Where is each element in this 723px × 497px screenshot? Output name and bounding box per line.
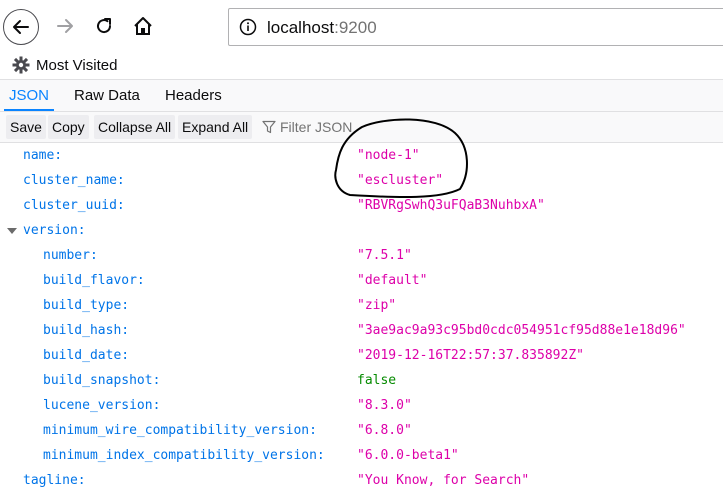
- json-key: lucene_version:: [43, 398, 161, 413]
- json-key: build_type:: [43, 298, 130, 313]
- gear-icon: [12, 56, 30, 74]
- collapse-all-button[interactable]: Collapse All: [94, 115, 176, 139]
- json-value: "7.5.1": [357, 248, 412, 263]
- json-row-build-date[interactable]: build_date: "2019-12-16T22:57:37.835892Z…: [0, 343, 723, 368]
- url-bar[interactable]: localhost:9200: [228, 8, 723, 46]
- json-key: cluster_name:: [23, 173, 125, 188]
- json-row-build-snapshot[interactable]: build_snapshot: false: [0, 368, 723, 393]
- json-row-version[interactable]: version:: [0, 218, 723, 243]
- json-key: cluster_uuid:: [23, 198, 125, 213]
- expand-all-button[interactable]: Expand All: [178, 115, 253, 139]
- forward-arrow-icon: [57, 19, 73, 33]
- json-row-name[interactable]: name: "node-1": [0, 143, 723, 168]
- json-value: "RBVRgSwhQ3uFQaB3NuhbxA": [357, 198, 545, 213]
- bookmarks-toolbar: Most Visited: [0, 52, 723, 78]
- json-value: "8.3.0": [357, 398, 412, 413]
- json-value: false: [357, 373, 397, 388]
- filter-icon: [262, 120, 276, 134]
- json-key: number:: [43, 248, 98, 263]
- home-button[interactable]: [130, 13, 156, 39]
- json-key: build_hash:: [43, 323, 130, 338]
- json-value: "6.0.0-beta1": [357, 448, 459, 463]
- save-button[interactable]: Save: [6, 115, 46, 139]
- json-row-build-flavor[interactable]: build_flavor: "default": [0, 268, 723, 293]
- url-text[interactable]: localhost:9200: [267, 18, 377, 38]
- json-key: name:: [23, 148, 63, 163]
- url-host: localhost: [267, 18, 335, 37]
- json-row-cluster-uuid[interactable]: cluster_uuid: "RBVRgSwhQ3uFQaB3NuhbxA": [0, 193, 723, 218]
- json-value: "node-1": [357, 148, 420, 163]
- reload-icon: [97, 18, 112, 34]
- json-key: tagline:: [23, 473, 86, 488]
- json-key: build_snapshot:: [43, 373, 161, 388]
- json-row-build-type[interactable]: build_type: "zip": [0, 293, 723, 318]
- back-button[interactable]: [3, 9, 39, 45]
- json-key: minimum_wire_compatibility_version:: [43, 423, 317, 438]
- reload-button[interactable]: [91, 13, 117, 39]
- json-value: "You Know, for Search": [357, 473, 530, 488]
- json-row-min-index-compat[interactable]: minimum_index_compatibility_version: "6.…: [0, 443, 723, 468]
- json-row-min-wire-compat[interactable]: minimum_wire_compatibility_version: "6.8…: [0, 418, 723, 443]
- json-value: "3ae9ac9a93c95bd0cdc054951cf95d88e1e18d9…: [357, 323, 686, 338]
- tab-headers[interactable]: Headers: [165, 80, 222, 111]
- json-row-number[interactable]: number: "7.5.1": [0, 243, 723, 268]
- json-value: "escluster": [357, 173, 444, 188]
- forward-button[interactable]: [52, 13, 78, 39]
- json-key: build_date:: [43, 348, 130, 363]
- filter-placeholder: Filter JSON: [280, 119, 353, 135]
- json-key: version:: [23, 223, 86, 238]
- json-value: "6.8.0": [357, 423, 412, 438]
- json-tree: name: "node-1" cluster_name: "escluster"…: [0, 143, 723, 497]
- json-value: "2019-12-16T22:57:37.835892Z": [357, 348, 584, 363]
- home-icon: [134, 17, 152, 35]
- most-visited-folder[interactable]: Most Visited: [12, 55, 117, 75]
- most-visited-label: Most Visited: [36, 56, 118, 74]
- tab-json[interactable]: JSON: [4, 80, 54, 111]
- copy-button[interactable]: Copy: [48, 115, 89, 139]
- json-viewer-tabs: JSON Raw Data Headers: [0, 79, 723, 112]
- json-key: build_flavor:: [43, 273, 145, 288]
- json-toolbar: Save Copy Collapse All Expand All Filter…: [0, 112, 723, 143]
- url-port: :9200: [334, 18, 377, 37]
- json-row-cluster-name[interactable]: cluster_name: "escluster": [0, 168, 723, 193]
- json-row-lucene-version[interactable]: lucene_version: "8.3.0": [0, 393, 723, 418]
- navigation-bar: localhost:9200: [0, 0, 723, 52]
- info-icon[interactable]: [239, 18, 257, 36]
- json-value: "default": [357, 273, 428, 288]
- filter-json-input[interactable]: Filter JSON: [262, 115, 352, 139]
- json-row-tagline[interactable]: tagline: "You Know, for Search": [0, 468, 723, 493]
- json-key: minimum_index_compatibility_version:: [43, 448, 325, 463]
- json-value: "zip": [357, 298, 397, 313]
- collapse-triangle-icon[interactable]: [7, 228, 17, 234]
- json-row-build-hash[interactable]: build_hash: "3ae9ac9a93c95bd0cdc054951cf…: [0, 318, 723, 343]
- back-arrow-icon: [13, 20, 29, 34]
- tab-raw-data[interactable]: Raw Data: [74, 80, 140, 111]
